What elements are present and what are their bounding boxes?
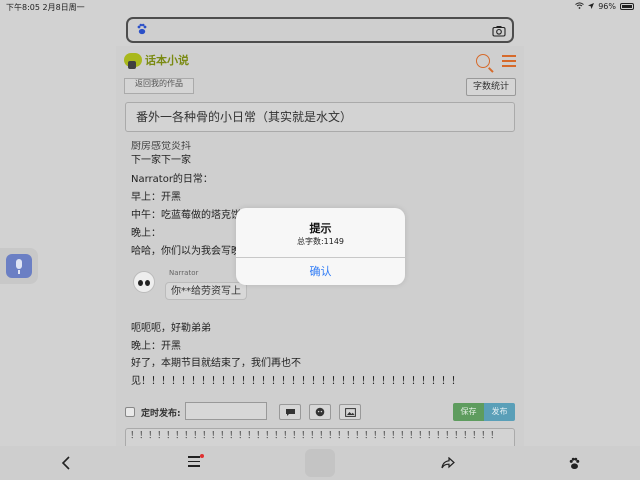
alert-dialog: 提示 总字数:1149 确认: [236, 208, 405, 285]
schedule-time-input[interactable]: [185, 402, 267, 420]
editor-line: 早上：开黑: [131, 192, 181, 203]
notification-dot: [200, 454, 204, 458]
schedule-publish: 定时发布:: [125, 403, 181, 421]
editor-line: 哈哈，你们以为我会写晚: [131, 246, 241, 257]
home-button[interactable]: [305, 449, 335, 477]
github-icon[interactable]: [309, 404, 331, 420]
status-bar: 下午8:05 2月8日周一 96%: [0, 0, 640, 14]
word-count-button[interactable]: 字数统计: [466, 78, 516, 96]
wifi-icon: [575, 2, 585, 11]
tabs-menu-icon[interactable]: [182, 454, 206, 472]
dialog-confirm-button[interactable]: 确认: [236, 258, 405, 285]
narrator-name: Narrator: [169, 269, 199, 277]
status-right: 96%: [575, 2, 634, 11]
search-icon[interactable]: [476, 54, 490, 68]
editor-line: Narrator的日常：: [131, 174, 213, 185]
publish-button[interactable]: 发布: [484, 403, 515, 421]
editor-line: 下一家下一家: [131, 155, 191, 166]
editor-line: 好了，本期节目就结束了，我们再也不: [131, 358, 301, 369]
chat-icon[interactable]: [279, 404, 301, 420]
status-time-date: 下午8:05 2月8日周一: [6, 3, 85, 12]
chapter-title-input[interactable]: 番外一各种骨的小日常（其实就是水文）: [125, 102, 515, 132]
schedule-label: 定时发布:: [141, 408, 181, 419]
editor-line: 见！！！！！！！！！！！！！！！！！！！！！！！！！！！！！！！！: [131, 376, 461, 387]
browser-bottom-bar: [0, 446, 640, 480]
image-icon[interactable]: [339, 404, 361, 420]
narrator-bubble: 你**给劳资写上: [165, 282, 247, 300]
share-icon[interactable]: [436, 454, 460, 472]
battery-icon: [620, 3, 634, 10]
menu-icon[interactable]: [502, 55, 516, 70]
site-header: 话本小说: [116, 46, 524, 76]
baidu-paw-icon[interactable]: [562, 454, 586, 472]
editor-line: 晚上：: [131, 228, 161, 239]
baidu-paw-icon: [136, 23, 148, 38]
narrator-avatar: [133, 271, 155, 297]
battery-percent: 96%: [598, 2, 616, 11]
logo-text: 话本小说: [145, 54, 189, 67]
browser-search-bar[interactable]: [126, 17, 514, 43]
camera-icon[interactable]: [492, 22, 506, 37]
schedule-checkbox[interactable]: [125, 407, 135, 417]
location-arrow-icon: [588, 2, 595, 11]
dialog-title: 提示: [309, 222, 332, 235]
mic-icon[interactable]: [6, 254, 32, 278]
logo-badge-icon: [124, 53, 142, 69]
back-arrow-icon[interactable]: [54, 454, 78, 472]
editor-line: 呃呃呃，好勒弟弟: [131, 323, 211, 334]
save-button[interactable]: 保存: [453, 403, 484, 421]
voice-input-panel[interactable]: [0, 248, 38, 284]
editor-line: 中午：吃蓝莓做的塔克饼: [131, 210, 241, 221]
site-logo[interactable]: 话本小说: [124, 52, 189, 69]
dialog-message: 总字数:1149: [296, 237, 345, 246]
editor-line: 晚上：开黑: [131, 341, 181, 352]
back-to-my-works-button[interactable]: 返回我的作品: [124, 78, 194, 94]
